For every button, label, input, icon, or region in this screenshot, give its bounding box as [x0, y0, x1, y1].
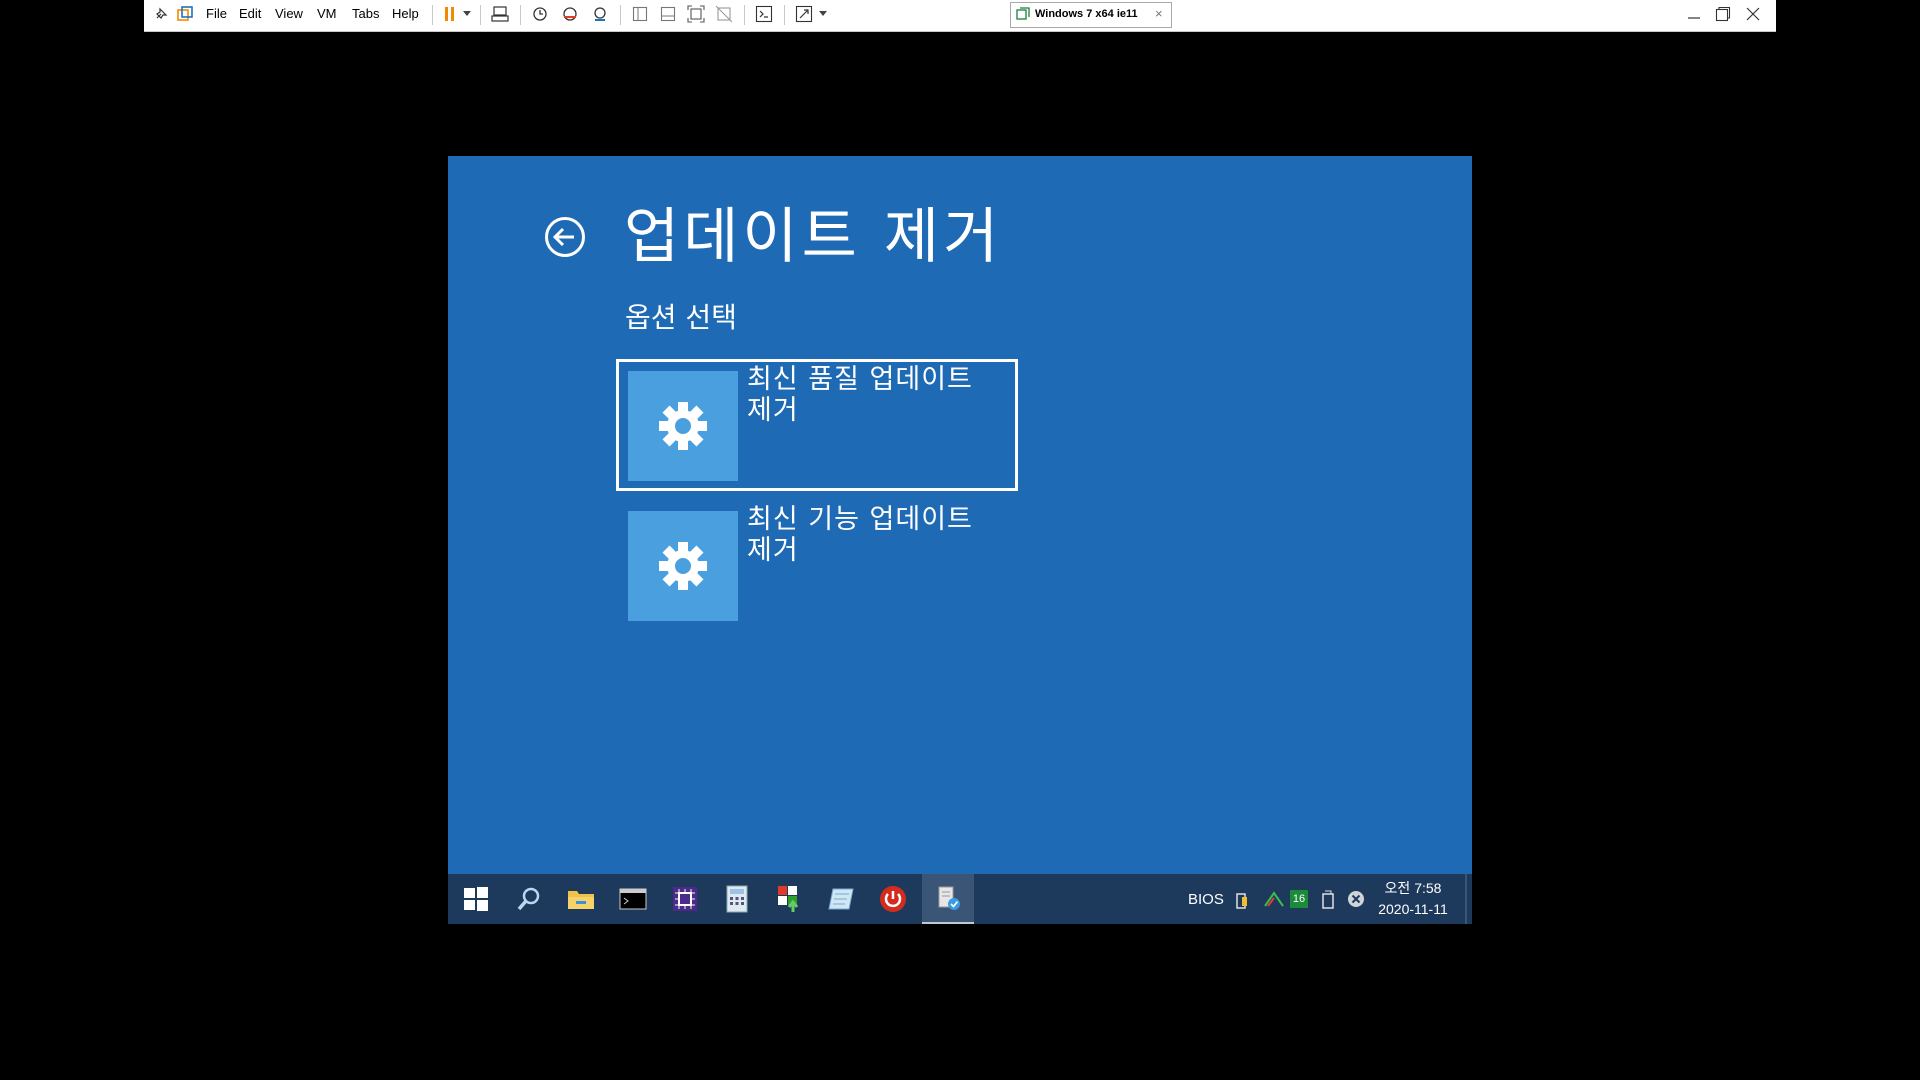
tool-icon	[938, 886, 960, 910]
taskbar-installer[interactable]	[766, 874, 812, 924]
power-icon	[880, 886, 906, 912]
tray-network-icon[interactable]	[1263, 874, 1285, 924]
page-title: 업데이트 제거	[624, 202, 1003, 272]
removable-device-icon	[1322, 890, 1334, 909]
send-keys-icon[interactable]	[488, 0, 512, 28]
tray-usb-icon[interactable]	[1233, 874, 1251, 924]
pause-icon[interactable]	[440, 0, 460, 28]
guest-screen: 업데이트 제거 옵션 선택 최신 품질 업데이트 제거 최신 기능 업데이트 제…	[448, 156, 1472, 924]
menu-edit[interactable]: Edit	[239, 6, 261, 21]
calculator-icon	[726, 885, 748, 913]
option-remove-feature-update[interactable]: 최신 기능 업데이트 제거	[616, 499, 1018, 631]
gear-icon	[659, 402, 707, 450]
menu-help[interactable]: Help	[392, 6, 419, 21]
taskbar-calculator[interactable]	[714, 874, 760, 924]
unity-icon[interactable]	[712, 0, 736, 28]
taskbar-power[interactable]	[870, 874, 916, 924]
snapshot-manager-icon[interactable]	[588, 0, 612, 28]
tray-close-icon[interactable]	[1347, 874, 1365, 924]
full-screen-icon[interactable]	[684, 0, 708, 28]
tray-device-icon[interactable]	[1320, 874, 1336, 924]
menu-vm[interactable]: VM	[317, 6, 337, 21]
page-subtitle: 옵션 선택	[625, 301, 737, 334]
taskbar-search[interactable]	[506, 874, 552, 924]
tab-vm[interactable]: Windows 7 x64 ie11 ×	[1010, 2, 1172, 28]
toolbar-separator	[520, 5, 521, 25]
toolbar-separator	[480, 5, 481, 25]
start-button[interactable]	[453, 874, 499, 924]
option-tile	[628, 371, 738, 481]
library-view-icon[interactable]	[628, 0, 652, 28]
installer-icon	[778, 886, 799, 912]
vmware-logo-icon[interactable]	[174, 0, 196, 28]
badge-16: 16	[1290, 890, 1308, 908]
vm-tab-label: Windows 7 x64 ie11	[1035, 8, 1138, 20]
clock-time: 오전 7:58	[1384, 880, 1442, 896]
taskbar-file-explorer[interactable]	[558, 874, 604, 924]
snapshot-icon[interactable]	[528, 0, 552, 28]
option-label: 최신 품질 업데이트 제거	[747, 364, 973, 426]
chip-tool-icon	[673, 887, 697, 911]
revert-snapshot-icon[interactable]	[558, 0, 582, 28]
vm-tab-icon	[1015, 3, 1031, 25]
back-arrow-icon	[545, 217, 585, 257]
tray-clock[interactable]: 오전 7:58 2020-11-11	[1368, 878, 1458, 920]
notepad-icon	[828, 888, 854, 910]
pin-icon[interactable]	[150, 0, 172, 28]
chevron-down-icon[interactable]	[816, 0, 830, 28]
stretch-guest-icon[interactable]	[792, 0, 816, 28]
chevron-down-icon[interactable]	[460, 0, 474, 28]
tray-bios-label[interactable]: BIOS	[1188, 874, 1224, 924]
option-label: 최신 기능 업데이트 제거	[747, 504, 973, 566]
close-circle-icon	[1348, 891, 1364, 907]
close-button[interactable]	[1741, 0, 1765, 28]
restore-button[interactable]	[1711, 0, 1735, 28]
search-icon	[517, 887, 540, 911]
menu-tabs[interactable]: Tabs	[352, 6, 379, 21]
start-icon	[464, 887, 488, 911]
menu-file[interactable]: File	[206, 6, 227, 21]
taskbar-chip-tool[interactable]	[662, 874, 708, 924]
minimize-button[interactable]	[1682, 0, 1706, 28]
taskbar: BIOS 16 오전 7:58 2020-11-11	[448, 874, 1472, 924]
network-icon	[1264, 891, 1284, 907]
toolbar-separator	[784, 5, 785, 25]
gear-icon	[659, 542, 707, 590]
usb-drive-icon	[1236, 893, 1247, 909]
console-view-icon[interactable]	[752, 0, 776, 28]
toolbar-separator	[432, 5, 433, 25]
tray-badge[interactable]: 16	[1290, 874, 1308, 924]
thumbnail-view-icon[interactable]	[656, 0, 680, 28]
taskbar-notepad[interactable]	[818, 874, 864, 924]
command-prompt-icon	[619, 888, 647, 910]
back-button[interactable]	[544, 216, 586, 258]
show-desktop-button[interactable]	[1465, 874, 1467, 924]
toolbar-separator	[744, 5, 745, 25]
taskbar-tool-active[interactable]	[922, 874, 974, 924]
toolbar-separator	[620, 5, 621, 25]
taskbar-command-prompt[interactable]	[610, 874, 656, 924]
menu-view[interactable]: View	[275, 6, 303, 21]
option-tile	[628, 511, 738, 621]
clock-date: 2020-11-11	[1378, 901, 1448, 917]
vmware-toolbar: File Edit View VM Tabs Help Windows 7 x6…	[144, 0, 1776, 32]
option-remove-quality-update[interactable]: 최신 품질 업데이트 제거	[616, 359, 1018, 491]
file-explorer-icon	[568, 891, 594, 909]
tab-close-button[interactable]: ×	[1155, 6, 1163, 21]
